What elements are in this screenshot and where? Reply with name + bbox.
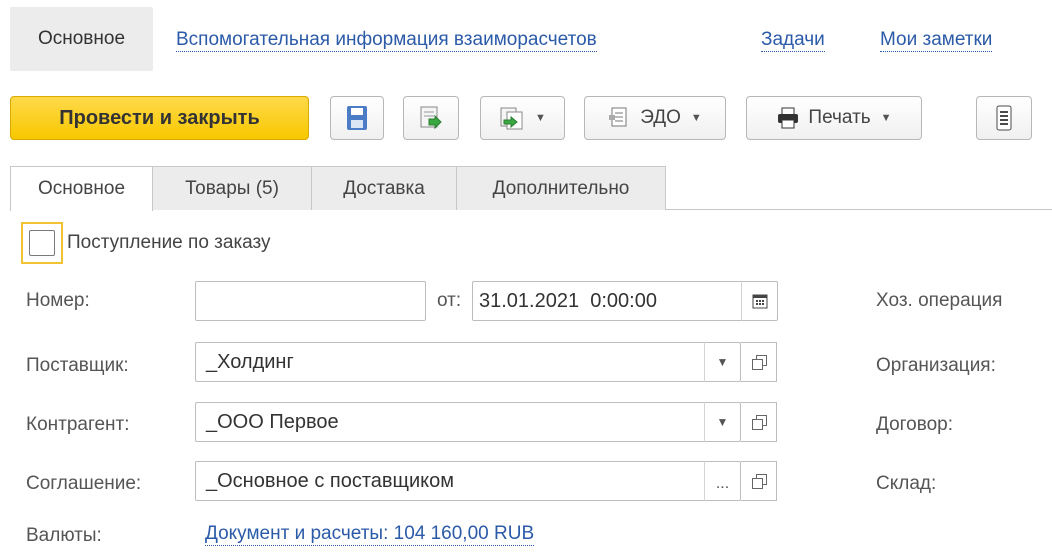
counterparty-label: Контрагент: — [26, 414, 130, 435]
edo-button[interactable]: ЭДО ▼ — [584, 96, 726, 140]
edo-label: ЭДО — [640, 107, 681, 128]
currencies-label: Валюты: — [26, 525, 102, 546]
tab-additional[interactable]: Дополнительно — [456, 166, 666, 210]
supplier-value: _Холдинг — [206, 350, 294, 373]
save-icon — [347, 106, 367, 130]
counterparty-open-button[interactable] — [741, 402, 777, 442]
counterparty-value: _ООО Первое — [206, 410, 339, 433]
nav-aux-info-link[interactable]: Вспомогательная информация взаиморасчето… — [176, 29, 597, 52]
create-based-on-icon — [500, 107, 523, 130]
date-value: 31.01.2021 0:00:00 — [479, 289, 657, 312]
printer-icon — [778, 107, 799, 129]
nav-main[interactable]: Основное — [10, 7, 153, 71]
nav-tasks-link[interactable]: Задачи — [761, 29, 825, 52]
operation-label: Хоз. операция — [876, 290, 1003, 311]
chevron-down-icon: ▼ — [716, 415, 729, 429]
date-from-label: от: — [437, 290, 462, 311]
by-order-checkbox[interactable] — [21, 222, 63, 264]
counterparty-dropdown-button[interactable]: ▼ — [704, 402, 740, 442]
agreement-open-button[interactable] — [741, 461, 777, 501]
by-order-label: Поступление по заказу — [67, 232, 271, 253]
post-and-close-button[interactable]: Провести и закрыть — [10, 96, 309, 140]
structure-button[interactable] — [976, 96, 1032, 140]
currencies-link[interactable]: Документ и расчеты: 104 160,00 RUB — [205, 523, 535, 546]
number-input[interactable] — [195, 281, 426, 321]
print-button[interactable]: Печать ▼ — [746, 96, 922, 140]
supplier-label: Поставщик: — [26, 355, 129, 376]
supplier-open-button[interactable] — [741, 342, 777, 382]
post-document-icon — [420, 106, 442, 130]
agreement-select-button[interactable]: ... — [704, 461, 740, 501]
agreement-label: Соглашение: — [26, 473, 142, 494]
document-structure-icon — [996, 105, 1012, 131]
contract-label: Договор: — [876, 414, 954, 435]
calendar-icon — [752, 294, 767, 309]
chevron-down-icon: ▼ — [716, 355, 729, 369]
tab-delivery[interactable]: Доставка — [311, 166, 457, 210]
organization-label: Организация: — [876, 355, 996, 376]
edo-icon — [609, 107, 627, 127]
print-label: Печать — [808, 107, 871, 128]
tab-goods[interactable]: Товары (5) — [152, 166, 312, 210]
checkbox-box — [29, 230, 55, 256]
supplier-dropdown-button[interactable]: ▼ — [704, 342, 740, 382]
create-based-on-button[interactable]: ▼ — [480, 96, 565, 140]
counterparty-field[interactable]: _ООО Первое ▼ — [195, 402, 741, 442]
tab-main[interactable]: Основное — [10, 166, 153, 211]
chevron-down-icon: ▼ — [690, 112, 702, 124]
save-button[interactable] — [330, 96, 384, 140]
nav-notes-link[interactable]: Мои заметки — [880, 29, 993, 52]
open-window-icon — [751, 415, 767, 430]
chevron-down-icon: ▼ — [535, 112, 546, 124]
chevron-down-icon: ▼ — [880, 112, 892, 124]
supplier-field[interactable]: _Холдинг ▼ — [195, 342, 741, 382]
warehouse-label: Склад: — [876, 473, 937, 494]
calendar-button[interactable] — [741, 281, 777, 321]
open-window-icon — [751, 474, 767, 489]
post-button[interactable] — [403, 96, 459, 140]
open-window-icon — [751, 355, 767, 370]
agreement-field[interactable]: _Основное с поставщиком ... — [195, 461, 741, 501]
date-input[interactable]: 31.01.2021 0:00:00 — [472, 281, 778, 321]
number-label: Номер: — [26, 290, 90, 311]
agreement-value: _Основное с поставщиком — [206, 469, 454, 492]
